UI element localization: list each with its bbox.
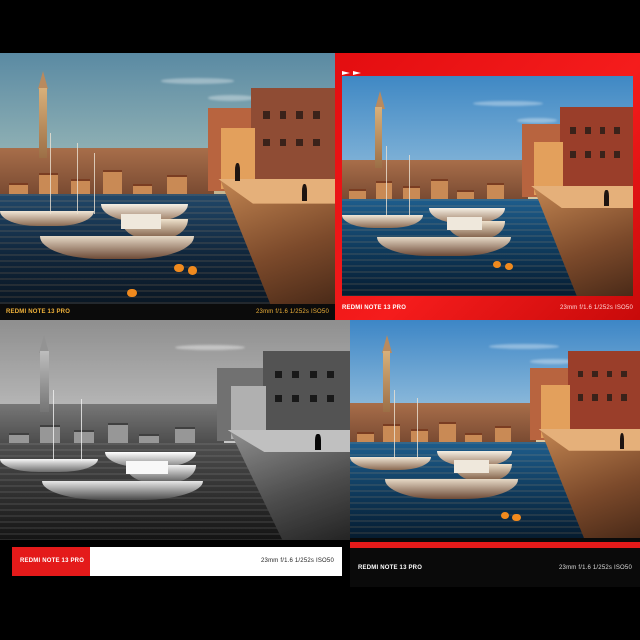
exif-label: 23mm f/1.6 1/252s ISO50 — [560, 305, 633, 311]
camera-brand-label: REDMI NOTE 13 PRO — [358, 565, 423, 571]
camera-brand-label: REDMI NOTE 13 PRO — [6, 309, 71, 315]
frame-panel-red-border[interactable]: REDMI NOTE 13 PRO 23mm f/1.6 1/252s ISO5… — [335, 53, 640, 320]
camera-brand-label: REDMI NOTE 13 PRO — [20, 558, 85, 564]
bell-tower-spire — [37, 70, 48, 89]
exif-label: 23mm f/1.6 1/252s ISO50 — [261, 558, 334, 564]
frame-panel-warm[interactable]: REDMI NOTE 13 PRO 23mm f/1.6 1/252s ISO5… — [0, 53, 335, 320]
exif-label: 23mm f/1.6 1/252s ISO50 — [256, 309, 329, 315]
bell-tower — [383, 350, 391, 412]
bell-tower — [38, 88, 47, 159]
bell-tower — [40, 350, 49, 413]
buoy — [174, 263, 184, 273]
frame-panel-red-line[interactable]: REDMI NOTE 13 PRO 23mm f/1.6 1/252s ISO5… — [350, 320, 640, 587]
play-arrow-icon — [353, 71, 361, 75]
frame-panel-monochrome[interactable]: REDMI NOTE 13 PRO 23mm f/1.6 1/252s ISO5… — [0, 320, 350, 587]
waterfront-building — [251, 88, 335, 194]
harbor-photo — [0, 53, 335, 304]
exif-label: 23mm f/1.6 1/252s ISO50 — [559, 565, 632, 571]
camera-brand-label: REDMI NOTE 13 PRO — [342, 305, 407, 311]
accent-line — [350, 542, 640, 548]
harbor-photo — [350, 320, 640, 538]
bell-tower — [375, 106, 383, 169]
harbor-photo — [0, 320, 350, 540]
buoy — [187, 266, 197, 275]
play-arrow-icon — [342, 71, 350, 75]
caption-bar: REDMI NOTE 13 PRO 23mm f/1.6 1/252s ISO5… — [12, 547, 342, 576]
harbor-photo — [342, 76, 633, 296]
